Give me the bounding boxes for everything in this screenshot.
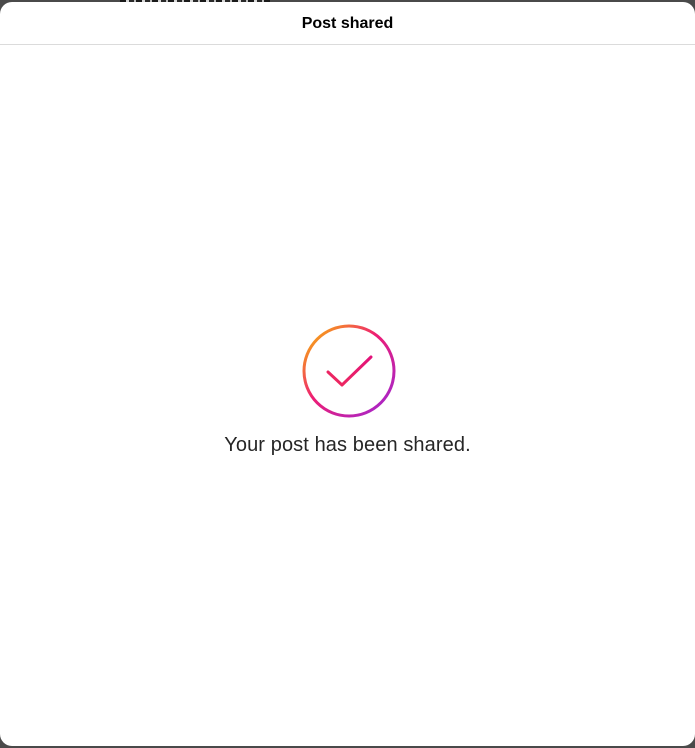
success-message: Your post has been shared. (224, 434, 471, 456)
dialog-title: Post shared (301, 14, 394, 32)
post-shared-dialog: Post shared Your post has been shared. (0, 2, 695, 746)
dialog-body: Your post has been shared. (0, 45, 695, 746)
check-circle-icon (302, 324, 396, 418)
dialog-header: Post shared (0, 2, 695, 45)
